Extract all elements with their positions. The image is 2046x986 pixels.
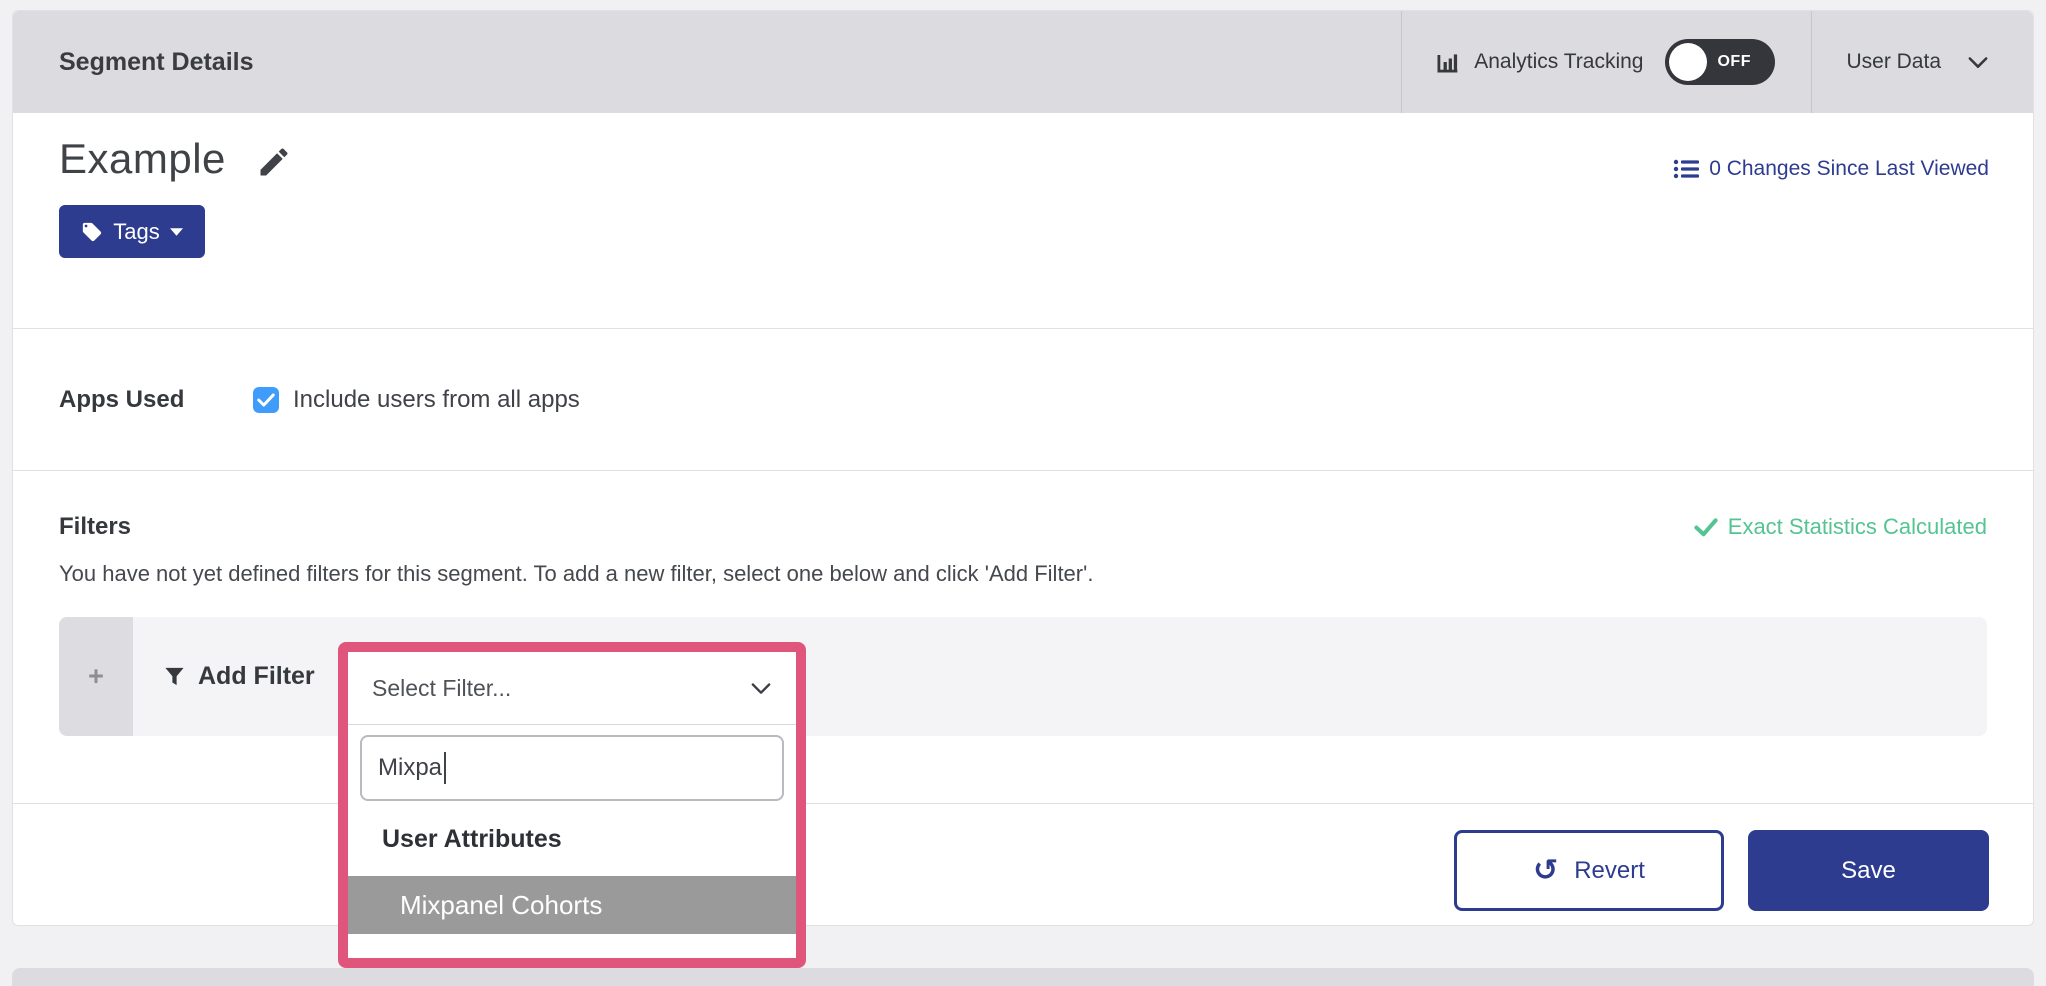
text-cursor xyxy=(444,752,446,784)
user-data-dropdown[interactable]: User Data xyxy=(1812,11,2033,113)
edit-pencil-icon[interactable] xyxy=(256,144,292,180)
header-controls: Analytics Tracking OFF User Data xyxy=(1401,11,2033,113)
toggle-knob xyxy=(1669,43,1707,81)
checkmark-icon xyxy=(1694,517,1718,537)
segment-details-card: Segment Details xyxy=(12,10,2034,926)
changes-link-label: 0 Changes Since Last Viewed xyxy=(1709,157,1989,181)
save-button-label: Save xyxy=(1841,857,1896,885)
tag-icon xyxy=(81,221,103,243)
filters-description: You have not yet defined filters for thi… xyxy=(13,561,2033,587)
save-button[interactable]: Save xyxy=(1748,830,1989,911)
card-header: Segment Details xyxy=(13,11,2033,113)
undo-icon: ↺ xyxy=(1533,856,1558,886)
include-all-apps-label: Include users from all apps xyxy=(293,386,580,414)
segment-title-section: Example Tags xyxy=(13,113,2033,328)
filters-section: Filters Exact Statistics Calculated You … xyxy=(13,470,2033,803)
option-mixpanel-cohorts[interactable]: Mixpanel Cohorts xyxy=(348,876,796,934)
bar-chart-icon xyxy=(1434,48,1462,76)
revert-button[interactable]: ↺ Revert xyxy=(1454,830,1724,911)
apps-used-section: Apps Used Include users from all apps xyxy=(13,328,2033,470)
segment-name: Example xyxy=(59,135,226,183)
dropdown-group-header: User Attributes xyxy=(382,825,796,854)
analytics-tracking-control: Analytics Tracking OFF xyxy=(1402,11,1811,113)
filter-select-value: Select Filter... xyxy=(372,675,750,702)
filters-label: Filters xyxy=(59,513,131,541)
annotation-highlight-box: Select Filter... Mixpa User Attributes M… xyxy=(338,642,806,968)
chevron-down-icon xyxy=(750,681,772,695)
exact-statistics-label: Exact Statistics Calculated xyxy=(1728,514,1987,540)
add-filter-button[interactable]: Add Filter xyxy=(163,662,315,691)
filter-search-value: Mixpa xyxy=(378,754,442,782)
add-filter-plus-button[interactable]: + xyxy=(59,617,133,736)
tags-button[interactable]: Tags xyxy=(59,205,205,258)
revert-button-label: Revert xyxy=(1574,857,1645,885)
next-card-header-strip xyxy=(12,968,2034,986)
add-filter-label: Add Filter xyxy=(198,662,315,691)
filter-dropdown-panel: Mixpa User Attributes Mixpanel Cohorts xyxy=(348,725,796,958)
page-title: Segment Details xyxy=(13,48,1401,77)
chevron-down-icon xyxy=(1967,55,1989,69)
changes-since-last-viewed-link[interactable]: 0 Changes Since Last Viewed xyxy=(1673,157,1989,181)
check-icon xyxy=(257,393,275,407)
analytics-tracking-label: Analytics Tracking xyxy=(1474,50,1643,74)
apps-used-label: Apps Used xyxy=(59,386,253,414)
include-all-apps-checkbox[interactable] xyxy=(253,387,279,413)
funnel-icon xyxy=(163,665,186,688)
list-icon xyxy=(1673,158,1699,180)
tags-button-label: Tags xyxy=(113,219,159,245)
filter-select[interactable]: Select Filter... xyxy=(348,652,796,725)
exact-statistics-status: Exact Statistics Calculated xyxy=(1694,514,1987,540)
analytics-toggle[interactable]: OFF xyxy=(1665,39,1775,85)
footer-actions: ↺ Revert Save xyxy=(13,803,2033,937)
filter-search-input[interactable]: Mixpa xyxy=(360,735,784,801)
user-data-label: User Data xyxy=(1846,50,1941,74)
caret-down-icon xyxy=(170,228,183,236)
toggle-state-label: OFF xyxy=(1717,53,1751,71)
page: Segment Details xyxy=(0,0,2046,986)
